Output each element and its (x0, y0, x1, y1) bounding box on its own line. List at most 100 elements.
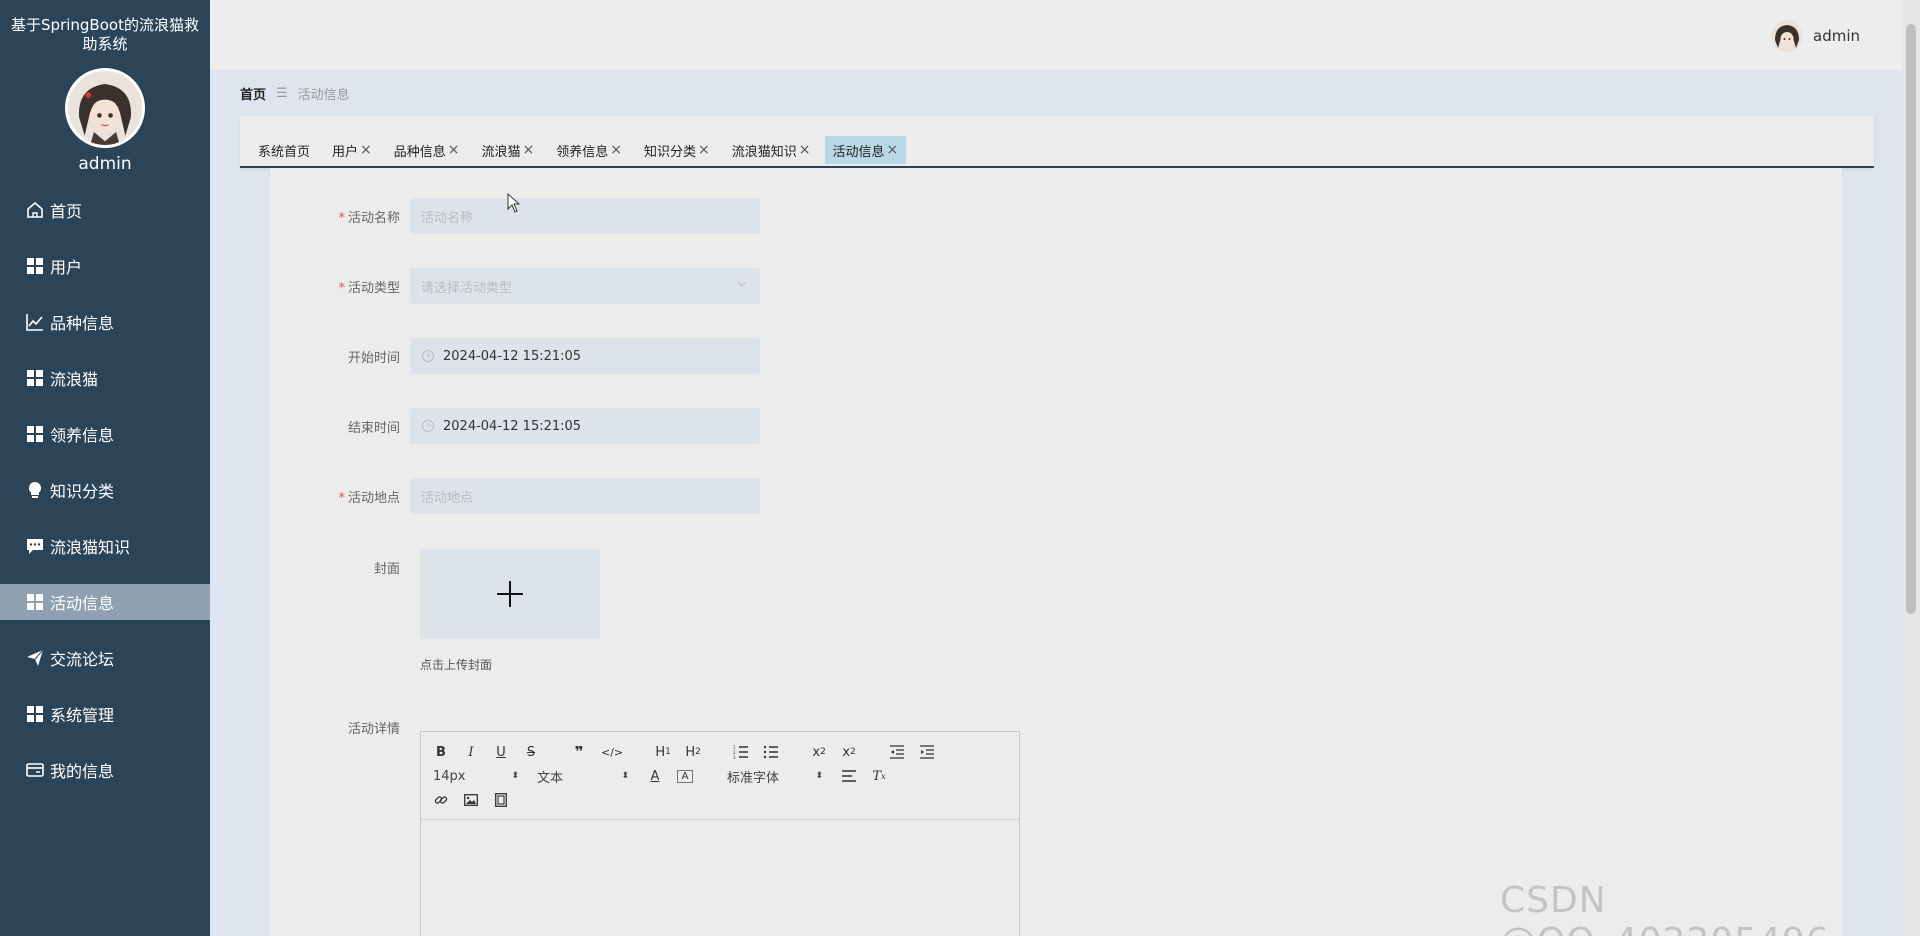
card-icon (24, 759, 46, 781)
sidebar-item-system[interactable]: 系统管理 (0, 696, 210, 732)
close-icon[interactable]: × (610, 142, 622, 158)
bullet-list-icon[interactable] (763, 745, 779, 759)
clear-format-icon[interactable]: Tx (871, 769, 887, 784)
sidebar-avatar[interactable] (65, 68, 145, 148)
close-icon[interactable]: × (799, 142, 811, 158)
header1-icon[interactable]: H1 (655, 745, 671, 760)
sidebar-item-home[interactable]: 首页 (0, 192, 210, 228)
breadcrumb-home[interactable]: 首页 (240, 84, 266, 103)
underline-icon[interactable]: U (493, 745, 509, 760)
sidebar-item-label: 活动信息 (50, 594, 115, 613)
tab-breeds[interactable]: 品种信息 × (386, 136, 468, 164)
clock-icon (422, 350, 434, 362)
subscript-icon[interactable]: x2 (811, 745, 827, 760)
indent-icon[interactable] (919, 745, 935, 759)
field-label: * 活动地点 (338, 490, 400, 506)
sidebar-item-cat-knowledge[interactable]: 流浪猫知识 (0, 528, 210, 564)
sidebar-item-stray-cats[interactable]: 流浪猫 (0, 360, 210, 396)
field-label: * 活动名称 (338, 210, 400, 226)
topbar: admin (210, 0, 1920, 70)
form-row-detail: 活动详情 (270, 718, 410, 737)
sidebar-item-label: 品种信息 (50, 314, 115, 333)
sidebar-item-my-info[interactable]: 我的信息 (0, 752, 210, 788)
background-color-icon[interactable]: A (677, 769, 693, 783)
close-icon[interactable]: × (360, 142, 372, 158)
tab-adoption[interactable]: 领养信息 × (548, 136, 630, 164)
tab-knowledge-category[interactable]: 知识分类 × (636, 136, 718, 164)
start-time-value: 2024-04-12 15:21:05 (443, 348, 582, 364)
font-size-select[interactable]: 14px ⬍ (433, 769, 519, 784)
sidebar-item-label: 流浪猫 (50, 370, 99, 389)
font-size-value: 14px (433, 768, 466, 784)
header2-icon[interactable]: H2 (685, 745, 701, 760)
activity-place-input[interactable]: 活动地点 (410, 478, 760, 514)
close-icon[interactable]: × (887, 142, 899, 158)
close-icon[interactable]: × (698, 142, 710, 158)
tab-stray-cats[interactable]: 流浪猫 × (474, 136, 543, 164)
field-label: 结束时间 (347, 420, 400, 436)
sidebar-item-knowledge-category[interactable]: 知识分类 (0, 472, 210, 508)
home-icon (24, 199, 46, 221)
font-color-icon[interactable]: A (647, 769, 663, 784)
header-value: 文本 (537, 770, 564, 786)
grid-icon (24, 255, 46, 277)
required-mark: * (338, 210, 345, 226)
tab-users[interactable]: 用户 × (324, 136, 380, 164)
strike-icon[interactable]: S (523, 745, 539, 760)
tab-label: 知识分类 (644, 144, 697, 160)
field-label: 活动详情 (347, 722, 400, 737)
image-icon[interactable] (463, 794, 479, 806)
close-icon[interactable]: × (448, 142, 460, 158)
start-time-picker[interactable]: 2024-04-12 15:21:05 (410, 338, 760, 374)
sidebar-item-activities[interactable]: 活动信息 (0, 584, 210, 620)
user-menu[interactable]: admin (1771, 20, 1860, 52)
activity-type-select[interactable]: 请选择活动类型 (410, 268, 760, 304)
page-scrollbar[interactable] (1902, 0, 1920, 936)
sidebar-item-label: 交流论坛 (50, 650, 115, 669)
form-row-place: * 活动地点 活动地点 (270, 478, 760, 514)
link-icon[interactable] (433, 793, 449, 807)
font-family-select[interactable]: 标准字体 ⬍ (727, 767, 823, 786)
watermark: CSDN @QQ_402205496 (1500, 880, 1829, 936)
close-icon[interactable]: × (523, 142, 535, 158)
sidebar-item-adoption[interactable]: 领养信息 (0, 416, 210, 452)
sidebar: 基于SpringBoot的流浪猫救助系统 admin 首页 用户 品种信息 流浪… (0, 0, 210, 936)
sidebar-item-breeds[interactable]: 品种信息 (0, 304, 210, 340)
blockquote-icon[interactable]: ❞ (571, 743, 587, 761)
sidebar-item-forum[interactable]: 交流论坛 (0, 640, 210, 676)
code-icon[interactable]: </> (601, 746, 623, 759)
placeholder: 请选择活动类型 (421, 280, 513, 296)
tab-label: 系统首页 (258, 144, 311, 160)
breadcrumb-current: 活动信息 (297, 88, 350, 103)
italic-icon[interactable]: I (463, 745, 479, 760)
tags-view: 系统首页 用户 × 品种信息 × 流浪猫 × 领养信息 × 知识分类 × 流浪猫知识 × 活… (240, 116, 1874, 168)
tab-activities[interactable]: 活动信息 × (824, 136, 907, 164)
ordered-list-icon[interactable]: 123 (733, 745, 749, 759)
updown-icon: ⬍ (815, 771, 823, 781)
cover-upload-hint: 点击上传封面 (420, 658, 493, 672)
activity-name-input[interactable]: 活动名称 (410, 198, 760, 234)
top-username: admin (1813, 27, 1860, 45)
avatar[interactable] (1771, 20, 1803, 52)
sidebar-username: admin (78, 154, 132, 174)
activity-form: * 活动名称 活动名称 * 活动类型 请选择活动类型 开始时间 2024-04-12… (270, 168, 1842, 936)
end-time-value: 2024-04-12 15:21:05 (443, 418, 582, 434)
breadcrumb: 首页 ☰ 活动信息 (240, 84, 350, 103)
placeholder: 活动名称 (421, 210, 474, 226)
sidebar-item-label: 知识分类 (50, 482, 115, 501)
chart-icon (24, 311, 46, 333)
superscript-icon[interactable]: x2 (841, 745, 857, 760)
sidebar-item-users[interactable]: 用户 (0, 248, 210, 284)
bold-icon[interactable]: B (433, 745, 449, 760)
cover-upload-button[interactable] (420, 549, 600, 639)
tab-cat-knowledge[interactable]: 流浪猫知识 × (724, 136, 819, 164)
video-icon[interactable] (493, 793, 509, 807)
outdent-icon[interactable] (889, 745, 905, 759)
send-icon (24, 647, 46, 669)
editor-content[interactable] (421, 820, 1019, 936)
header-select[interactable]: 文本 ⬍ (537, 767, 629, 786)
end-time-picker[interactable]: 2024-04-12 15:21:05 (410, 408, 760, 444)
scrollbar-thumb[interactable] (1906, 24, 1916, 614)
align-icon[interactable] (841, 769, 857, 783)
tab-home[interactable]: 系统首页 (250, 136, 318, 164)
